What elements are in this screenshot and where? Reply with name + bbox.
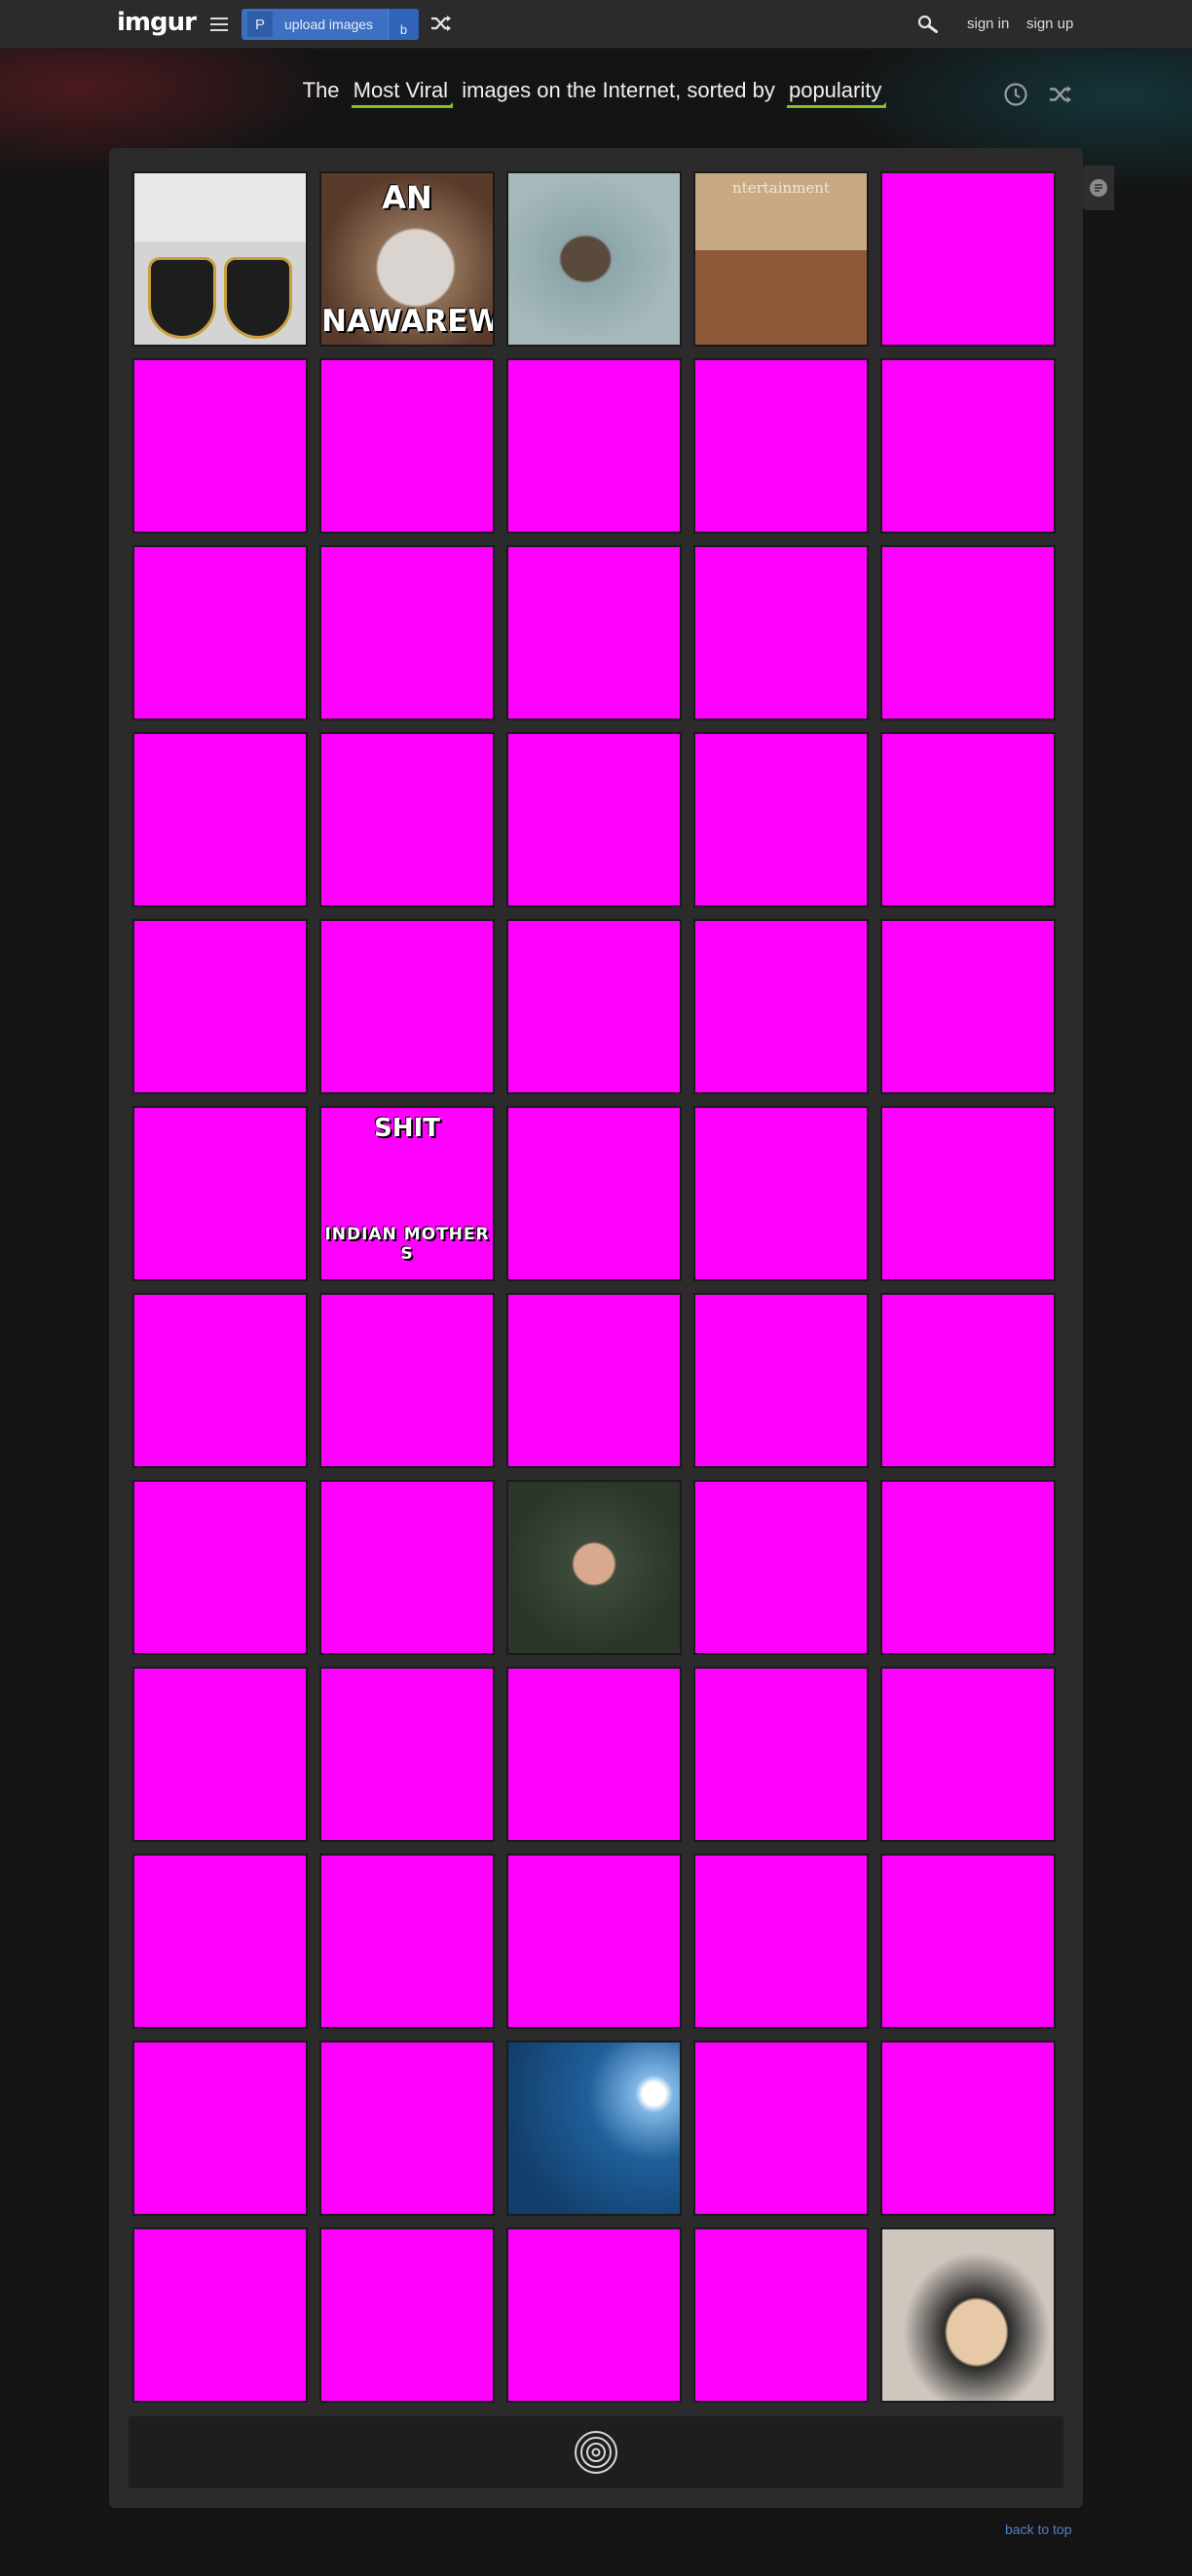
gallery-thumbnail[interactable]: [132, 1480, 308, 1655]
gallery-panel: AN NAWAREWOI ntertainment SHIT INDIAN MOTHER…: [109, 148, 1083, 2508]
gallery-thumbnail[interactable]: [693, 1293, 869, 1468]
gallery-thumbnail[interactable]: [506, 1293, 682, 1468]
thumbnail-caption: INDIAN MOTHER S: [324, 1225, 490, 1264]
headline-middle: images on the Internet, sorted by: [462, 78, 775, 102]
gallery-thumbnail[interactable]: [132, 545, 308, 720]
gallery-thumbnail[interactable]: [132, 1667, 308, 1842]
gallery-thumbnail[interactable]: [506, 358, 682, 534]
gallery-thumbnail[interactable]: [132, 732, 308, 907]
gallery-thumbnail[interactable]: [693, 732, 869, 907]
gallery-thumbnail[interactable]: AN NAWAREWOI: [319, 171, 495, 347]
gallery-thumbnail[interactable]: [319, 1480, 495, 1655]
upload-dropdown-button[interactable]: b: [388, 9, 419, 40]
gallery-thumbnail[interactable]: [880, 171, 1056, 347]
gallery-thumbnail[interactable]: [506, 2041, 682, 2216]
gallery-thumbnail[interactable]: [319, 358, 495, 534]
shuffle-icon[interactable]: [430, 14, 452, 33]
imgur-logo[interactable]: imgur: [117, 8, 197, 37]
sign-in-link[interactable]: sign in: [967, 16, 1009, 32]
gallery-thumbnail[interactable]: [880, 358, 1056, 534]
spiral-loader-icon: [575, 2431, 617, 2474]
section-selector[interactable]: Most Viral: [351, 78, 454, 108]
gallery-thumbnail[interactable]: [880, 2041, 1056, 2216]
gallery-thumbnail[interactable]: [132, 2041, 308, 2216]
headline-prefix: The: [302, 78, 340, 102]
upload-images-button[interactable]: P upload images b: [242, 9, 419, 40]
gallery-thumbnail[interactable]: [132, 171, 308, 347]
gallery-thumbnail[interactable]: [319, 732, 495, 907]
gallery-thumbnail[interactable]: [132, 919, 308, 1094]
shuffle-icon[interactable]: [1048, 84, 1073, 105]
thumbnail-caption: ntertainment: [732, 179, 830, 197]
upload-prefix-icon: P: [247, 12, 273, 37]
gallery-thumbnail[interactable]: [319, 919, 495, 1094]
thumbnail-caption: NAWAREWOI: [321, 304, 493, 339]
gallery-thumbnail[interactable]: [506, 1854, 682, 2029]
gallery-thumbnail[interactable]: [693, 545, 869, 720]
gallery-thumbnail[interactable]: [693, 2227, 869, 2403]
back-to-top-link[interactable]: back to top: [1005, 2521, 1072, 2537]
gallery-thumbnail[interactable]: [506, 1480, 682, 1655]
top-nav-bar: imgur P upload images b sign in sign up: [0, 0, 1192, 49]
gallery-thumbnail[interactable]: [693, 358, 869, 534]
gallery-thumbnail[interactable]: [506, 732, 682, 907]
gallery-grid: AN NAWAREWOI ntertainment SHIT INDIAN MOTHER…: [132, 171, 1056, 2403]
police-badge-shape: [224, 257, 292, 339]
gallery-thumbnail[interactable]: [693, 1667, 869, 1842]
gallery-thumbnail[interactable]: [880, 1854, 1056, 2029]
gallery-thumbnail[interactable]: [132, 1106, 308, 1281]
gallery-thumbnail[interactable]: [880, 1480, 1056, 1655]
upload-images-label: upload images: [284, 17, 374, 32]
thumbnail-caption: SHIT: [374, 1114, 440, 1143]
gallery-thumbnail[interactable]: [319, 1667, 495, 1842]
gallery-thumbnail[interactable]: [693, 2041, 869, 2216]
gallery-thumbnail[interactable]: [319, 1293, 495, 1468]
gallery-thumbnail[interactable]: [506, 171, 682, 347]
gallery-thumbnail[interactable]: [506, 1106, 682, 1281]
gallery-thumbnail[interactable]: [880, 1106, 1056, 1281]
gallery-thumbnail[interactable]: [319, 545, 495, 720]
gallery-thumbnail[interactable]: [506, 919, 682, 1094]
gallery-thumbnail[interactable]: [693, 1854, 869, 2029]
sort-selector[interactable]: popularity: [786, 78, 887, 108]
gallery-thumbnail[interactable]: [132, 1854, 308, 2029]
gallery-thumbnail[interactable]: [880, 732, 1056, 907]
gallery-thumbnail[interactable]: [319, 1854, 495, 2029]
gallery-thumbnail[interactable]: [880, 545, 1056, 720]
gallery-thumbnail[interactable]: [693, 1480, 869, 1655]
gallery-thumbnail[interactable]: [880, 1667, 1056, 1842]
gallery-thumbnail[interactable]: [506, 1667, 682, 1842]
gallery-thumbnail[interactable]: [693, 919, 869, 1094]
gallery-thumbnail[interactable]: [880, 2227, 1056, 2403]
gallery-thumbnail[interactable]: [506, 545, 682, 720]
loading-area: [129, 2416, 1063, 2488]
search-icon[interactable]: [917, 15, 939, 34]
gallery-thumbnail[interactable]: [506, 2227, 682, 2403]
sign-up-link[interactable]: sign up: [1026, 16, 1073, 32]
gallery-thumbnail[interactable]: [132, 1293, 308, 1468]
gallery-thumbnail[interactable]: [693, 1106, 869, 1281]
police-badge-shape: [148, 257, 216, 339]
gallery-thumbnail[interactable]: [880, 919, 1056, 1094]
gallery-thumbnail[interactable]: SHIT INDIAN MOTHER S: [319, 1106, 495, 1281]
menu-icon[interactable]: [210, 18, 228, 31]
gallery-thumbnail[interactable]: [132, 2227, 308, 2403]
chat-bubble-icon[interactable]: [1083, 166, 1114, 210]
gallery-thumbnail[interactable]: ntertainment: [693, 171, 869, 347]
gallery-thumbnail[interactable]: [319, 2227, 495, 2403]
thumbnail-caption: AN: [382, 179, 432, 216]
clock-icon[interactable]: [1003, 82, 1028, 107]
gallery-thumbnail[interactable]: [880, 1293, 1056, 1468]
gallery-thumbnail[interactable]: [319, 2041, 495, 2216]
gallery-thumbnail[interactable]: [132, 358, 308, 534]
